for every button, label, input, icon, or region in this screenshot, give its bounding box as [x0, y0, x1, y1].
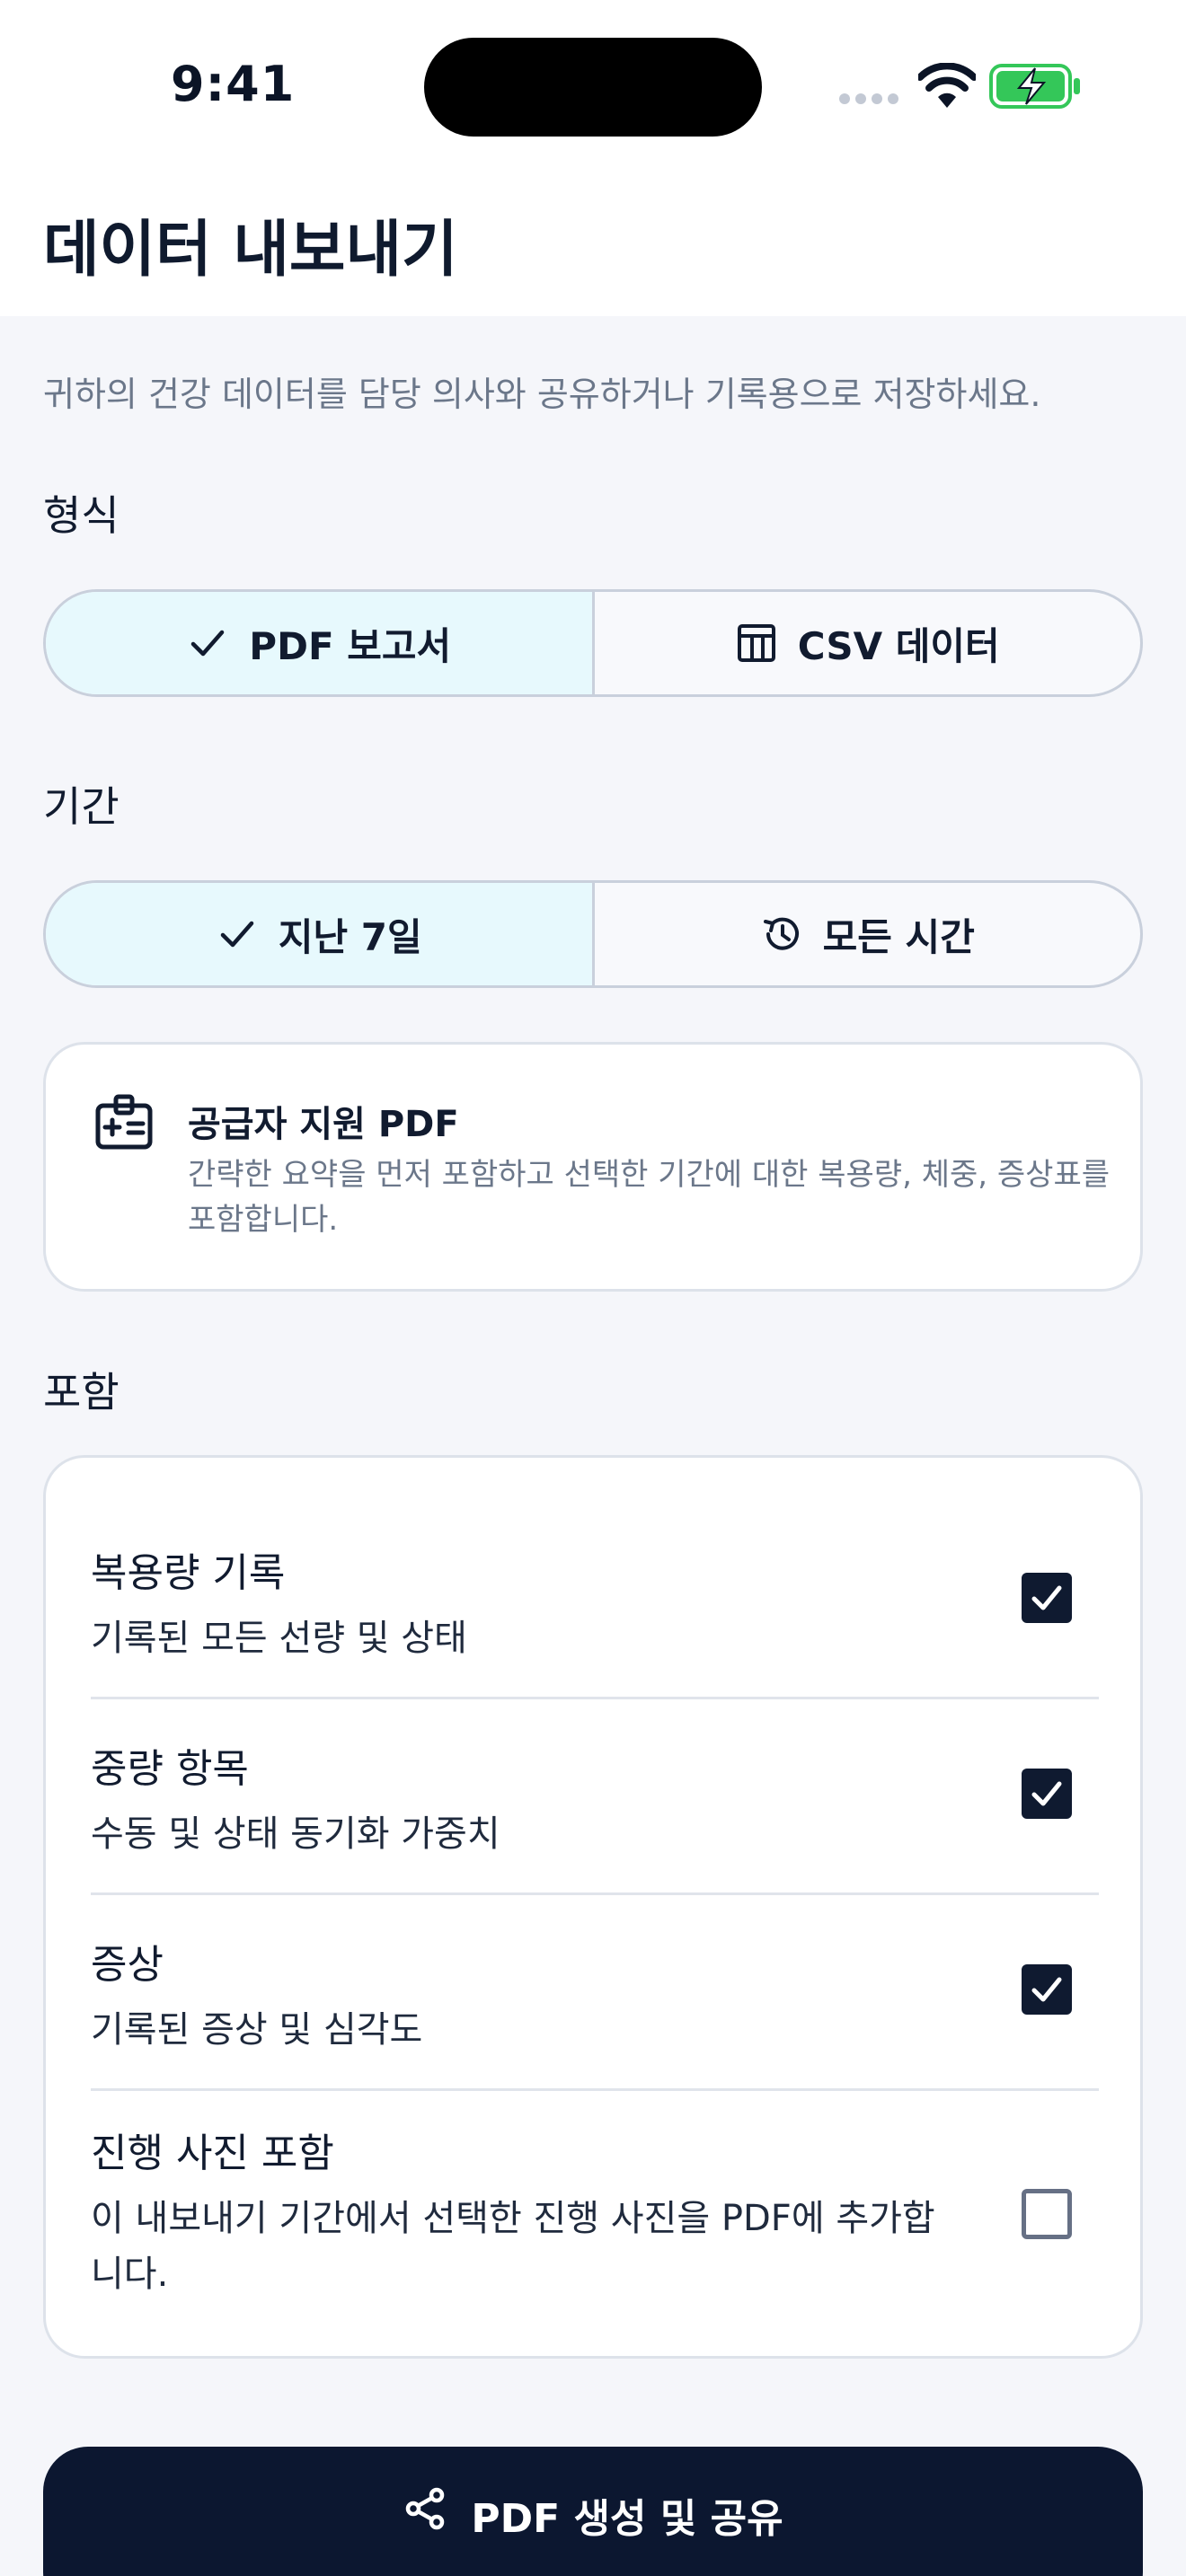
top-bar: 9:41 데이터 내보내기 — [0, 0, 1186, 316]
dose-log-checkbox[interactable] — [1022, 1573, 1072, 1623]
include-item-progress-photos[interactable]: 진행 사진 포함 이 내보내기 기간에서 선택한 진행 사진을 PDF에 추가합… — [91, 2121, 1099, 2302]
include-item-title: 증상 — [91, 1942, 164, 1988]
format-option-pdf[interactable]: PDF 보고서 — [46, 592, 592, 694]
cellular-signal-icon — [839, 93, 900, 106]
include-options-card: 복용량 기록 기록된 모든 선량 및 상태 중량 항목 수동 및 상태 동기화 … — [43, 1455, 1143, 2359]
period-option-all-time[interactable]: 모든 시간 — [591, 883, 1141, 985]
provider-pdf-info-card: 공급자 지원 PDF 간략한 요약을 먼저 포함하고 선택한 기간에 대한 복용… — [43, 1042, 1143, 1292]
period-option-7days-label: 지난 7일 — [278, 914, 422, 959]
include-section-label: 포함 — [43, 1368, 119, 1416]
include-item-weight[interactable]: 중량 항목 수동 및 상태 동기화 가중치 — [91, 1736, 1099, 1862]
include-item-title: 복용량 기록 — [91, 1550, 286, 1596]
medical-id-icon — [95, 1094, 153, 1150]
divider — [91, 1697, 1099, 1699]
format-option-csv-label: CSV 데이터 — [797, 623, 1000, 668]
weight-checkbox[interactable] — [1022, 1769, 1072, 1819]
history-icon — [763, 917, 799, 950]
format-segmented-control: PDF 보고서 CSV 데이터 — [43, 589, 1143, 697]
divider — [91, 1892, 1099, 1895]
period-section-label: 기간 — [43, 782, 119, 831]
include-item-title: 중량 항목 — [91, 1746, 249, 1792]
table-icon — [737, 624, 775, 662]
check-icon — [1031, 1977, 1062, 2002]
include-item-symptoms[interactable]: 증상 기록된 증상 및 심각도 — [91, 1932, 1099, 2058]
include-item-description: 이 내보내기 기간에서 선택한 진행 사진을 PDF에 추가합니다. — [91, 2198, 935, 2295]
include-item-description: 기록된 증상 및 심각도 — [91, 2009, 423, 2051]
format-option-csv[interactable]: CSV 데이터 — [591, 592, 1141, 694]
battery-icon — [989, 64, 1080, 109]
check-icon — [191, 630, 225, 657]
check-icon — [1031, 1585, 1062, 1610]
page-title: 데이터 내보내기 — [43, 215, 458, 286]
wifi-icon — [918, 63, 976, 108]
include-item-title: 진행 사진 포함 — [91, 2130, 334, 2176]
check-icon — [1031, 1781, 1062, 1806]
intro-text: 귀하의 건강 데이터를 담당 의사와 공유하거나 기록용으로 저장하세요. — [43, 375, 1041, 414]
check-icon — [220, 921, 254, 948]
period-option-all-time-label: 모든 시간 — [822, 914, 975, 959]
dynamic-island — [424, 38, 762, 137]
period-segmented-control: 지난 7일 모든 시간 — [43, 880, 1143, 988]
divider — [91, 2088, 1099, 2091]
progress-photos-checkbox[interactable] — [1022, 2189, 1072, 2239]
status-time: 9:41 — [171, 56, 296, 112]
share-icon — [406, 2487, 445, 2530]
format-option-pdf-label: PDF 보고서 — [249, 623, 452, 668]
info-card-title: 공급자 지원 PDF — [188, 1104, 459, 1145]
period-option-7days[interactable]: 지난 7일 — [46, 883, 592, 985]
info-card-description: 간략한 요약을 먼저 포함하고 선택한 기간에 대한 복용량, 체중, 증상표를… — [188, 1157, 1111, 1238]
generate-share-pdf-label: PDF 생성 및 공유 — [471, 2496, 783, 2542]
include-item-dose-log[interactable]: 복용량 기록 기록된 모든 선량 및 상태 — [91, 1540, 1099, 1666]
generate-share-pdf-button[interactable]: PDF 생성 및 공유 — [43, 2447, 1143, 2576]
include-item-description: 수동 및 상태 동기화 가중치 — [91, 1813, 500, 1855]
include-item-description: 기록된 모든 선량 및 상태 — [91, 1618, 467, 1659]
symptoms-checkbox[interactable] — [1022, 1964, 1072, 2015]
format-section-label: 형식 — [43, 491, 119, 540]
